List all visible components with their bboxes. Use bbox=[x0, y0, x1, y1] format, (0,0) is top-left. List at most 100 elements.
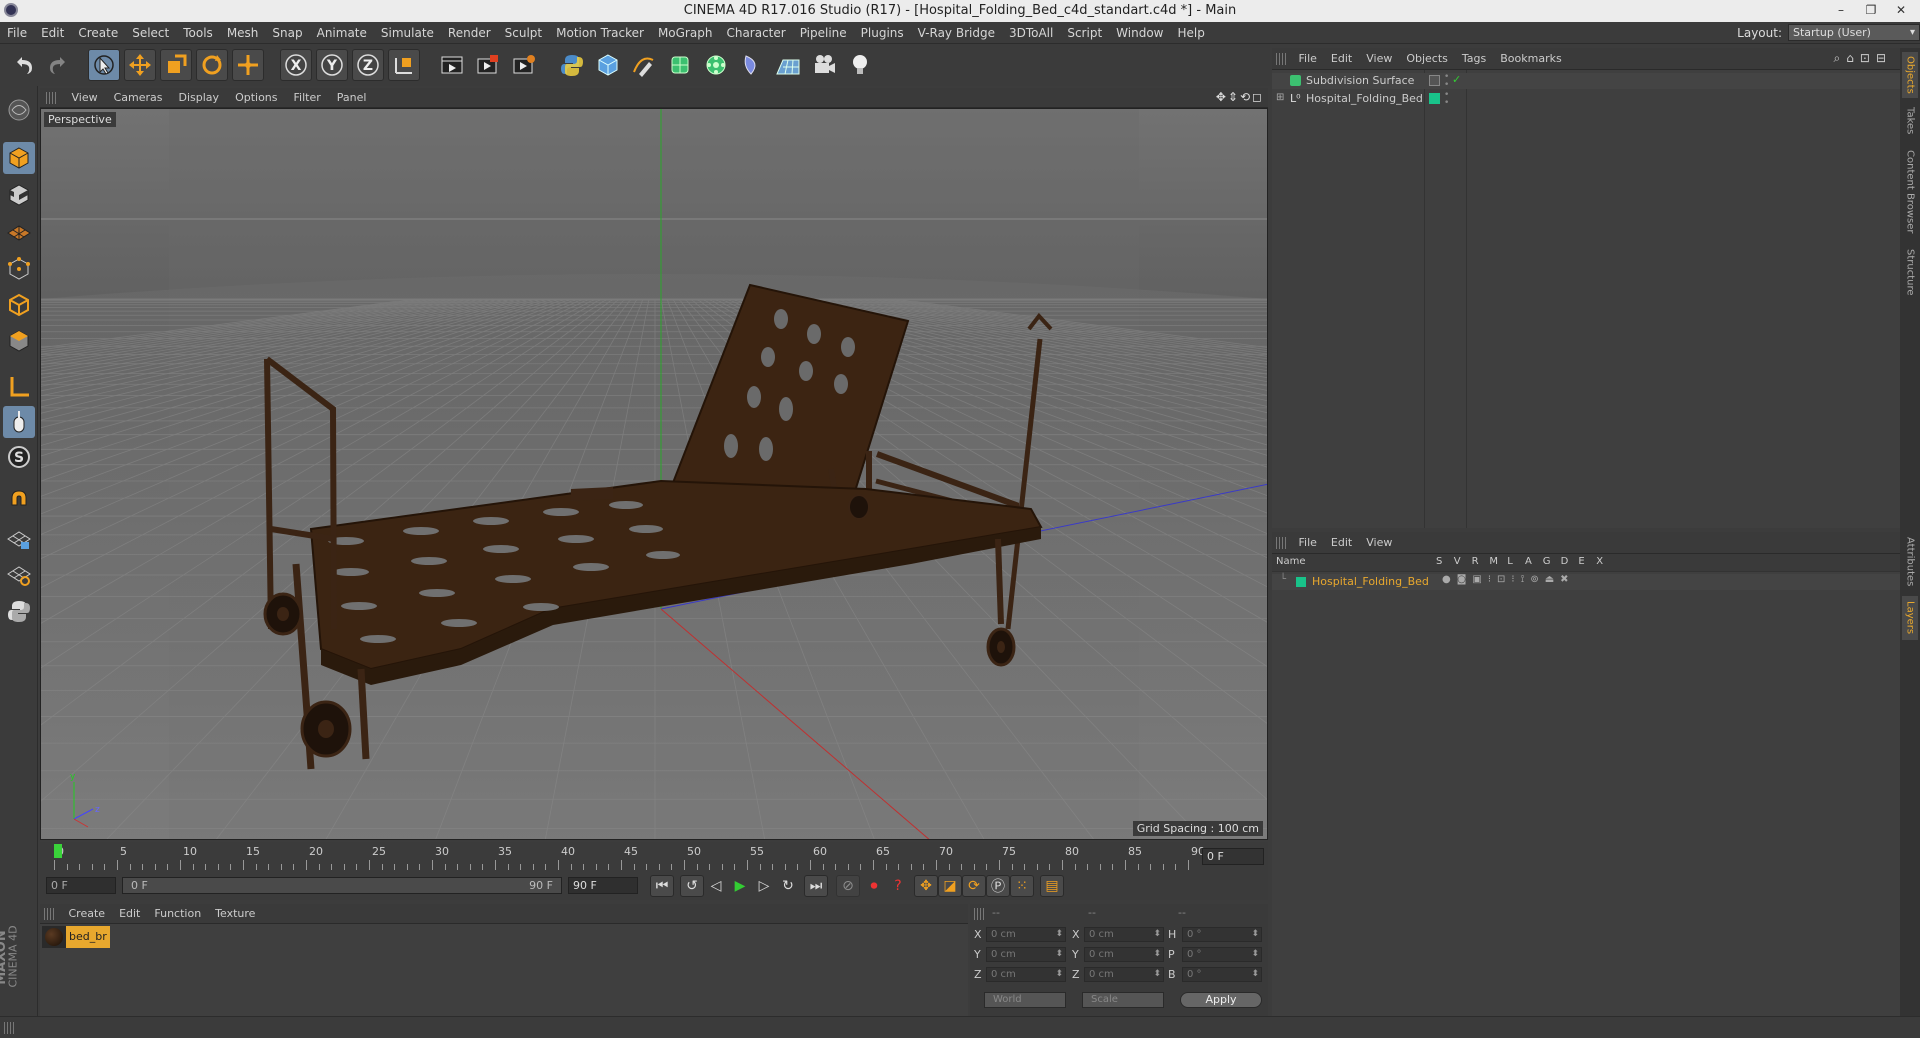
layer-flag-icons[interactable]: ●◙▣⁝⊡⁝⟟⊚⏏✖ bbox=[1442, 574, 1575, 585]
material-panel-grip[interactable] bbox=[44, 908, 54, 920]
locked-workplane-icon[interactable] bbox=[3, 558, 35, 590]
object-tree[interactable]: Subdivision Surface • • ✓ ⊞ L⁰ Hospital_F… bbox=[1272, 70, 1900, 528]
undo-icon[interactable] bbox=[8, 49, 40, 81]
objects-menu-objects[interactable]: Objects bbox=[1399, 48, 1455, 70]
menu-select[interactable]: Select bbox=[125, 22, 176, 44]
menu-character[interactable]: Character bbox=[719, 22, 792, 44]
position-z-field[interactable]: 0 cm bbox=[986, 967, 1066, 982]
timeline-window-icon[interactable]: ▤ bbox=[1040, 875, 1064, 897]
enabled-check-icon[interactable]: ✓ bbox=[1452, 73, 1461, 86]
material-menu-texture[interactable]: Texture bbox=[208, 904, 262, 924]
tab-objects[interactable]: Objects bbox=[1902, 52, 1918, 98]
objects-menu-view[interactable]: View bbox=[1359, 48, 1399, 70]
layer-panel-grip[interactable] bbox=[1276, 537, 1286, 549]
menu-script[interactable]: Script bbox=[1060, 22, 1109, 44]
floor-icon[interactable] bbox=[772, 49, 804, 81]
light-icon[interactable] bbox=[844, 49, 876, 81]
layers-menu-view[interactable]: View bbox=[1359, 532, 1399, 554]
subdivision-surface-icon[interactable] bbox=[664, 49, 696, 81]
material-list[interactable]: bed_br bbox=[40, 924, 968, 1016]
layers-menu-edit[interactable]: Edit bbox=[1324, 532, 1359, 554]
objects-menu-tags[interactable]: Tags bbox=[1455, 48, 1493, 70]
apply-button[interactable]: Apply bbox=[1180, 992, 1262, 1008]
render-settings-icon[interactable] bbox=[508, 49, 540, 81]
menu-help[interactable]: Help bbox=[1170, 22, 1211, 44]
menu-sculpt[interactable]: Sculpt bbox=[498, 22, 549, 44]
tab-content-browser[interactable]: Content Browser bbox=[1902, 144, 1918, 240]
object-row-bed[interactable]: ⊞ L⁰ Hospital_Folding_Bed • • bbox=[1272, 91, 1900, 108]
viewport-camera-label[interactable]: Perspective bbox=[44, 112, 116, 127]
polygons-mode-icon[interactable] bbox=[3, 325, 35, 357]
expand-toggle-icon[interactable]: ⊞ bbox=[1276, 92, 1284, 103]
goto-end-icon[interactable]: ⏭ bbox=[804, 875, 828, 897]
previous-key-icon[interactable]: ↺ bbox=[680, 875, 704, 897]
viewport-menu-cameras[interactable]: Cameras bbox=[106, 88, 171, 108]
menu-mograph[interactable]: MoGraph bbox=[651, 22, 720, 44]
menu-animate[interactable]: Animate bbox=[310, 22, 374, 44]
object-manager-search-icon[interactable]: ⌕⌂⊡⊟ bbox=[1834, 51, 1892, 66]
viewport-menu-panel[interactable]: Panel bbox=[329, 88, 375, 108]
layer-color-icon[interactable] bbox=[1429, 93, 1440, 104]
record-keys-icon[interactable]: ⊘ bbox=[836, 875, 860, 897]
live-selection-icon[interactable] bbox=[88, 49, 120, 81]
size-z-field[interactable]: 0 cm bbox=[1084, 967, 1164, 982]
menu-mesh[interactable]: Mesh bbox=[220, 22, 266, 44]
python-script-icon[interactable] bbox=[3, 595, 35, 627]
render-view-icon[interactable] bbox=[436, 49, 468, 81]
layer-list[interactable]: └ Hospital_Folding_Bed ●◙▣⁝⊡⁝⟟⊚⏏✖ bbox=[1272, 572, 1900, 1016]
layer-tag-icon[interactable] bbox=[1429, 75, 1440, 86]
tab-takes[interactable]: Takes bbox=[1902, 102, 1918, 140]
render-picture-viewer-icon[interactable] bbox=[472, 49, 504, 81]
tweak-mode-icon[interactable] bbox=[3, 406, 35, 438]
next-frame-icon[interactable]: ▷ bbox=[752, 875, 776, 897]
cloner-icon[interactable] bbox=[700, 49, 732, 81]
redo-icon[interactable] bbox=[42, 49, 74, 81]
position-x-field[interactable]: 0 cm bbox=[986, 927, 1066, 942]
size-y-field[interactable]: 0 cm bbox=[1084, 947, 1164, 962]
y-axis-lock-button[interactable]: Y bbox=[316, 49, 348, 81]
material-menu-create[interactable]: Create bbox=[62, 904, 113, 924]
texture-mode-icon[interactable] bbox=[3, 179, 35, 211]
workplane-lock-icon[interactable] bbox=[3, 523, 35, 555]
scale-key-icon[interactable]: ◪ bbox=[938, 875, 962, 897]
menu-create[interactable]: Create bbox=[71, 22, 125, 44]
layers-menu-file[interactable]: File bbox=[1292, 532, 1324, 554]
python-icon[interactable] bbox=[556, 49, 588, 81]
menu-snap[interactable]: Snap bbox=[265, 22, 309, 44]
layer-row[interactable]: └ Hospital_Folding_Bed ●◙▣⁝⊡⁝⟟⊚⏏✖ bbox=[1272, 574, 1900, 590]
preview-range-slider[interactable]: 0 F 90 F bbox=[122, 877, 562, 894]
camera-icon[interactable] bbox=[808, 49, 840, 81]
size-mode-dropdown[interactable]: Scale bbox=[1082, 992, 1164, 1008]
timeline-ruler[interactable]: 051015202530354045505560657075808590 0 F bbox=[40, 842, 1268, 872]
previous-frame-icon[interactable]: ◁ bbox=[704, 875, 728, 897]
position-key-icon[interactable]: ✥ bbox=[914, 875, 938, 897]
parameter-key-icon[interactable]: Ⓟ bbox=[986, 875, 1010, 897]
viewport-navigation-icons[interactable]: ✥⇕⟲◻ bbox=[1216, 90, 1264, 104]
layer-color-swatch[interactable] bbox=[1296, 577, 1306, 587]
points-mode-icon[interactable] bbox=[3, 253, 35, 285]
material-menu-edit[interactable]: Edit bbox=[112, 904, 147, 924]
rotation-p-field[interactable]: 0 ° bbox=[1182, 947, 1262, 962]
deformer-icon[interactable] bbox=[736, 49, 768, 81]
spline-pen-icon[interactable] bbox=[628, 49, 660, 81]
position-y-field[interactable]: 0 cm bbox=[986, 947, 1066, 962]
perspective-viewport[interactable]: y z Perspective Grid Spacing : 100 cm bbox=[40, 108, 1268, 840]
autokeying-icon[interactable]: ⏺ bbox=[862, 875, 886, 897]
layout-dropdown[interactable]: Startup (User) bbox=[1788, 24, 1920, 41]
viewport-menu-view[interactable]: View bbox=[64, 88, 106, 108]
visibility-dots-icon[interactable]: • • bbox=[1444, 73, 1449, 90]
keyframe-selection-icon[interactable]: ? bbox=[886, 875, 910, 897]
menu-edit[interactable]: Edit bbox=[34, 22, 71, 44]
restore-button[interactable]: ❐ bbox=[1856, 0, 1886, 20]
menu-plugins[interactable]: Plugins bbox=[854, 22, 911, 44]
end-frame-field[interactable]: 90 F bbox=[568, 877, 638, 894]
menu-simulate[interactable]: Simulate bbox=[374, 22, 441, 44]
z-axis-lock-button[interactable]: Z bbox=[352, 49, 384, 81]
tab-layers[interactable]: Layers bbox=[1902, 596, 1918, 640]
make-editable-icon[interactable] bbox=[3, 94, 35, 126]
current-frame-field[interactable]: 0 F bbox=[1202, 848, 1264, 865]
objects-menu-file[interactable]: File bbox=[1292, 48, 1324, 70]
coordinate-mode-dropdown[interactable]: World bbox=[984, 992, 1066, 1008]
objects-menu-bookmarks[interactable]: Bookmarks bbox=[1493, 48, 1568, 70]
scale-tool-icon[interactable] bbox=[160, 49, 192, 81]
